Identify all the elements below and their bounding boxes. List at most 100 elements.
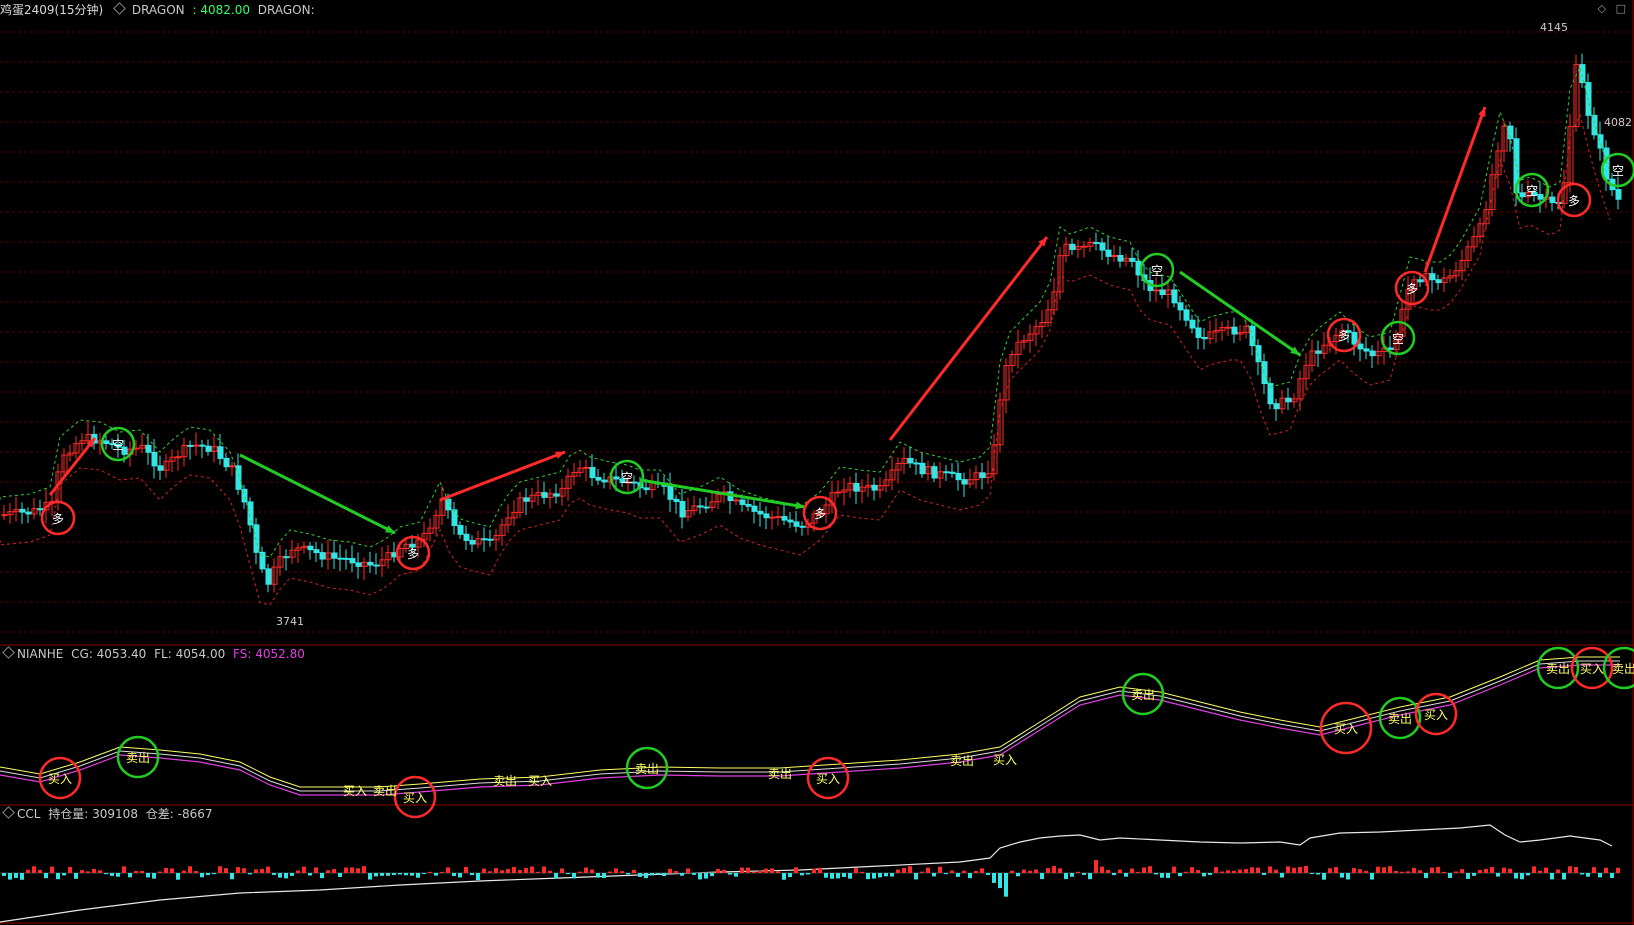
ccl-diff-bar [944,873,948,875]
ccl-diff-bar [1298,866,1302,873]
ccl-diff-bar [1016,873,1020,877]
ccl-diff-bar [1460,869,1464,873]
ccl-diff-bar [1430,867,1434,873]
signal-label: 空 [1612,164,1624,178]
ccl-diff-bar [980,868,984,873]
candle-body [103,440,110,445]
ccl-diff-bar [716,868,720,873]
ccl-diff-bar [20,873,24,880]
ccl-diff-bar [1142,867,1146,873]
ccl-diff-bar [668,868,672,873]
ccl-diff-bar [1508,868,1512,873]
signal-label: 买入 [403,791,427,805]
candle-body [373,564,380,567]
ccl-diff-bar [68,866,72,873]
ccl-diff-bar [590,869,594,873]
ccl-diff-bar [356,868,360,873]
chart-canvas[interactable]: 多空多空多空多 空多空多空414537414082买入卖出买入卖出买入卖出买入卖出… [0,0,1634,925]
candle-body [643,487,650,491]
ccl-diff-bar [1004,873,1008,897]
candle-body [1117,255,1124,262]
ccl-diff-bar [1256,867,1260,873]
candle-body [1591,114,1598,136]
ccl-diff-bar [1412,867,1416,873]
ccl-diff-bar [1616,867,1620,873]
diamond-icon[interactable]: ◇ [1598,2,1606,15]
ccl-diff-bar [1304,865,1308,873]
candle-body [589,466,596,479]
ccl-panel-header: CCL 持仓量: 309108 仓差: -8667 [0,806,217,822]
ccl-diff-bar [278,873,282,878]
ccl-diff-bar [1292,867,1296,873]
candle-body [697,505,704,508]
candle-body [787,519,794,523]
ccl-diff-bar [1382,867,1386,873]
signal-label: 买入 [993,753,1017,767]
ccl-diff-bar [1172,866,1176,873]
ccl-diff-bar [902,867,906,873]
ccl-diff-bar [626,873,630,875]
candle-body [1153,289,1160,292]
signal-label: 买入 [1580,662,1604,676]
ccl-diff-bar [1250,867,1254,873]
ccl-diff-bar [260,868,264,873]
collapse-diamond-icon[interactable] [2,806,15,819]
ccl-diff-bar [992,873,996,883]
signal-label: 卖出 [1612,662,1634,676]
signal-label: 卖出 [1546,662,1570,676]
ccl-diff-bar [1226,870,1230,873]
nianhe-fs: FS: 4052.80 [233,647,305,661]
ccl-diff-bar [830,873,834,879]
ccl-diff-bar [1208,873,1212,875]
ccl-diff-bar [1148,866,1152,873]
ccl-diff-bar [494,868,498,873]
ccl-diff-bar [284,873,288,879]
ccl-diff-bar [170,868,174,873]
window-icon[interactable]: □ [1616,2,1626,15]
ccl-diff-bar [548,870,552,873]
ccl-diff-bar [398,873,402,875]
candle-body [1351,331,1358,345]
ccl-diff-bar [518,870,522,873]
candle-body [595,477,602,481]
ccl-diff-bar [1586,873,1590,877]
candle-body [1417,279,1424,283]
ccl-diff-bar [848,873,852,879]
trend-arrow [48,437,97,496]
signal-label: 卖出 [1131,688,1155,702]
ccl-diff-bar [1610,873,1614,878]
ccl-diff-bar [728,873,732,875]
candle-body [775,516,782,519]
candle-body [283,556,290,559]
ccl-diff-bar [254,869,258,873]
ccl-diff-bar [1028,870,1032,873]
ccl-diff-bar [1160,873,1164,878]
ccl-diff-bar [1010,870,1014,873]
candle-body [835,491,842,494]
ccl-diff-bar [608,871,612,873]
indicator-name: DRAGON [131,3,185,17]
candle-body [319,552,326,560]
ccl-diff-bar [230,873,234,880]
window-icons: ◇ □ [1598,2,1626,15]
ccl-diff-bar [1598,873,1602,878]
ccl-diff-bar [572,873,576,879]
candle-body [343,557,350,560]
ccl-diff-bar [698,873,702,880]
ccl-diff-bar [1214,867,1218,873]
candle-body [1603,147,1610,180]
candle-body [679,500,686,518]
symbol-title: 鸡蛋2409(15分钟) [0,3,104,17]
candle-body [781,516,788,521]
candle-body [757,510,764,515]
candle-body [955,472,962,481]
ccl-diff-bar [50,866,54,873]
signal-label: 空 [112,438,124,452]
collapse-diamond-icon[interactable] [2,646,15,659]
candle-body [931,466,938,479]
candle-body [1549,196,1556,203]
chart-window[interactable]: 多空多空多空多空多空多空 4145 3741 4082 买入 卖出 买入 卖出 买入 卖出 买入 卖出… [0,0,1634,925]
candle-body [961,479,968,485]
collapse-diamond-icon[interactable] [113,2,126,15]
ccl-diff-bar [200,873,204,878]
